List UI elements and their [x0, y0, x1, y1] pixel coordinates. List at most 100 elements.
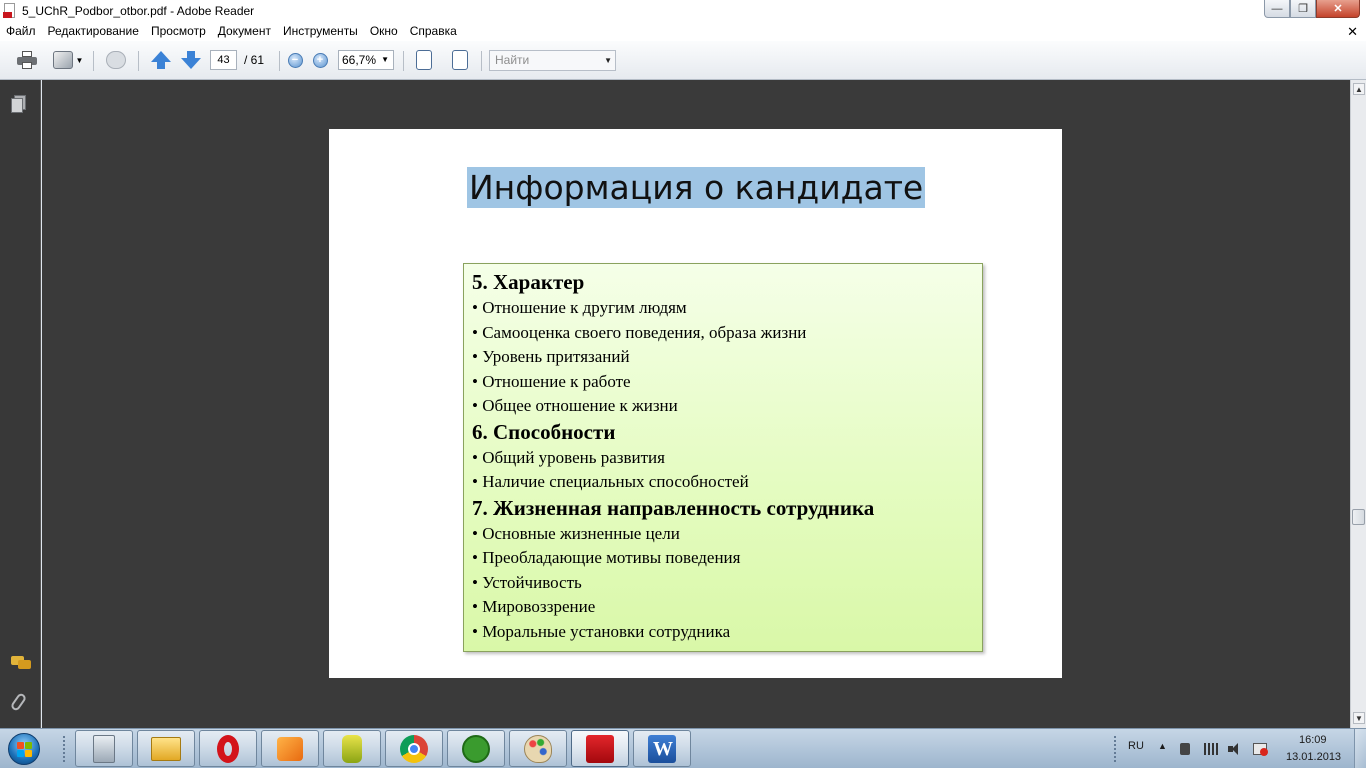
chevron-down-icon: ▼ — [75, 55, 84, 65]
opera-icon — [217, 734, 239, 763]
list-item: • Общее отношение к жизни — [472, 396, 678, 415]
start-button[interactable] — [4, 731, 44, 767]
taskbar: W RU ▲ 16:09 13.01.2013 — [0, 728, 1366, 768]
menu-help[interactable]: Справка — [404, 22, 463, 41]
section-heading: 5. Характер — [472, 270, 585, 294]
comments-icon[interactable] — [11, 654, 31, 674]
taskbar-app-robot[interactable] — [323, 730, 381, 767]
collaborate-button[interactable]: ▼ — [50, 49, 86, 71]
list-item: • Моральные установки сотрудника — [472, 621, 731, 641]
zoom-in-button[interactable]: + — [311, 49, 329, 71]
zoom-out-button[interactable]: − — [286, 49, 304, 71]
show-desktop-button[interactable] — [1354, 729, 1366, 768]
fit-width-button[interactable] — [413, 49, 435, 71]
list-item: • Отношение к работе — [472, 371, 631, 391]
menu-edit[interactable]: Редактирование — [42, 22, 145, 41]
list-item: • Устойчивость — [472, 572, 582, 592]
action-center-flag-icon[interactable] — [1253, 743, 1268, 756]
page-total: / 61 — [244, 53, 265, 67]
file-explorer-icon — [151, 736, 181, 761]
list-item: • Уровень притязаний — [472, 347, 630, 366]
chevron-down-icon: ▼ — [381, 55, 389, 64]
scroll-down-icon[interactable]: ▼ — [1353, 712, 1365, 724]
taskbar-app-calculator[interactable] — [75, 730, 133, 767]
find-placeholder: Найти — [495, 53, 530, 67]
share-icon — [52, 51, 73, 69]
toolbar-separator — [279, 51, 280, 71]
taskbar-app-paint[interactable] — [509, 730, 567, 767]
attachments-icon[interactable] — [9, 692, 28, 712]
zoom-level-select[interactable]: 66,7% ▼ — [338, 50, 394, 70]
previous-page-button[interactable] — [150, 49, 172, 71]
show-hidden-icons-icon[interactable]: ▲ — [1158, 741, 1167, 751]
menu-bar: Файл Редактирование Просмотр Документ Ин… — [0, 22, 1366, 41]
toolbar-separator — [138, 51, 139, 71]
comment-tool-button[interactable] — [103, 49, 129, 71]
robot-app-icon — [342, 734, 362, 763]
scrollbar-thumb[interactable] — [1352, 509, 1365, 525]
taskbar-app-media-player[interactable] — [261, 730, 319, 767]
print-button[interactable] — [14, 49, 40, 71]
list-item: • Основные жизненные цели — [472, 523, 680, 543]
taskbar-app-opera[interactable] — [199, 730, 257, 767]
next-page-button[interactable] — [180, 49, 202, 71]
usb-device-icon[interactable] — [1180, 743, 1190, 755]
minimize-icon: — — [1271, 2, 1283, 15]
menu-window[interactable]: Окно — [364, 22, 404, 41]
taskbar-app-utorrent[interactable] — [447, 730, 505, 767]
zoom-level-value: 66,7% — [342, 53, 377, 67]
minimize-button[interactable]: — — [1264, 0, 1290, 18]
toolbar-separator — [481, 51, 482, 71]
list-item: • Наличие специальных способностей — [472, 472, 749, 491]
network-icon[interactable] — [1204, 743, 1218, 755]
zoom-out-icon: − — [287, 52, 303, 68]
utorrent-icon — [462, 734, 490, 763]
section-heading: 6. Способности — [472, 419, 616, 444]
adobe-reader-icon — [586, 734, 614, 763]
find-input[interactable]: Найти ▼ — [489, 50, 616, 71]
navigation-panel — [0, 80, 41, 728]
close-button[interactable]: ✕ — [1316, 0, 1360, 18]
speech-bubble-icon — [106, 51, 126, 69]
list-item: • Мировоззрение — [472, 597, 596, 616]
page-thumbnails-icon[interactable] — [11, 95, 29, 115]
chevron-down-icon: ▼ — [604, 56, 612, 65]
pdf-file-icon — [3, 3, 17, 19]
taskbar-app-adobe-reader[interactable] — [571, 730, 629, 767]
candidate-info-box: 5. Характер • Отношение к другим людям •… — [463, 263, 983, 652]
scroll-up-icon[interactable]: ▲ — [1353, 83, 1365, 95]
fit-page-button[interactable] — [449, 49, 471, 71]
taskbar-app-chrome[interactable] — [385, 730, 443, 767]
clock-date[interactable]: 13.01.2013 — [1286, 751, 1341, 763]
paint-icon — [524, 734, 552, 763]
tray-grip — [1113, 735, 1117, 763]
vertical-scrollbar[interactable]: ▲ ▼ — [1350, 80, 1366, 728]
pdf-page: Информация о кандидате 5. Характер • Отн… — [329, 129, 1062, 678]
menu-view[interactable]: Просмотр — [145, 22, 212, 41]
close-icon: ✕ — [1333, 3, 1343, 15]
taskbar-app-explorer[interactable] — [137, 730, 195, 767]
windows-logo-icon — [8, 733, 40, 765]
calculator-icon — [93, 734, 115, 763]
menu-tools[interactable]: Инструменты — [277, 22, 364, 41]
arrow-down-icon — [181, 51, 201, 69]
taskbar-app-word[interactable]: W — [633, 730, 691, 767]
menu-file[interactable]: Файл — [0, 22, 42, 41]
toolbar-separator — [403, 51, 404, 71]
close-document-icon[interactable]: ✕ — [1347, 22, 1358, 41]
title-bar: 5_UChR_Podbor_otbor.pdf - Adobe Reader —… — [0, 0, 1366, 22]
volume-icon[interactable] — [1228, 743, 1240, 755]
toolbar: ▼ 43 / 61 − + 66,7% ▼ Найти ▼ — [0, 41, 1366, 80]
menu-document[interactable]: Документ — [212, 22, 277, 41]
toolbar-separator — [93, 51, 94, 71]
clock-time[interactable]: 16:09 — [1299, 734, 1327, 746]
list-item: • Преобладающие мотивы поведения — [472, 548, 741, 567]
media-player-icon — [277, 736, 303, 761]
language-indicator[interactable]: RU — [1128, 740, 1144, 752]
slide-title: Информация о кандидате — [467, 167, 926, 208]
word-icon: W — [648, 734, 676, 763]
arrow-up-icon — [151, 51, 171, 69]
maximize-button[interactable]: ❐ — [1290, 0, 1316, 18]
page-number-input[interactable]: 43 — [210, 50, 237, 70]
list-item: • Отношение к другим людям — [472, 298, 687, 317]
